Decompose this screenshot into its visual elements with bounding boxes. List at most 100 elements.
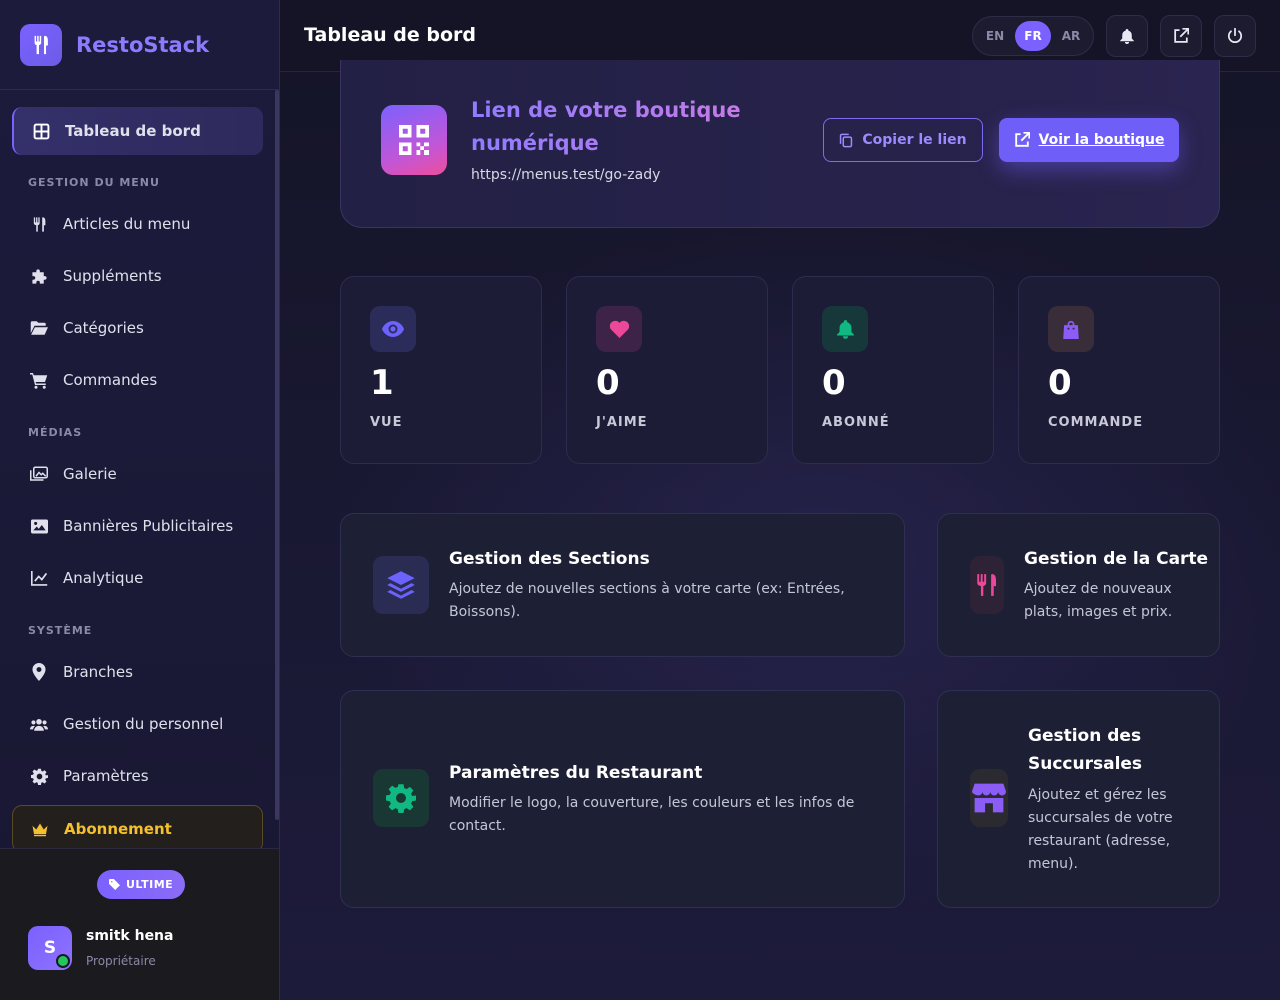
utensils-icon	[30, 215, 48, 233]
plan-badge: ULTIME	[97, 870, 186, 899]
action-title: Paramètres du Restaurant	[449, 763, 703, 783]
stat-value: 0	[822, 363, 846, 403]
action-card-restaurant-settings[interactable]: Paramètres du Restaurant Modifier le log…	[340, 690, 905, 908]
sidebar-item-label: Catégories	[63, 319, 144, 337]
sidebar-item-label: Galerie	[63, 465, 117, 483]
shop-url[interactable]: https://menus.test/go-zady	[471, 167, 660, 183]
external-link-icon	[1014, 132, 1030, 147]
sidebar-item-staff[interactable]: Gestion du personnel	[12, 700, 263, 748]
lang-ar[interactable]: AR	[1053, 21, 1089, 51]
sidebar-item-label: Abonnement	[64, 820, 172, 838]
bell-icon	[822, 306, 868, 352]
section-system-heading: SYSTÈME	[28, 624, 93, 637]
action-card-menu[interactable]: Gestion de la Carte Ajoutez de nouveaux …	[937, 513, 1220, 657]
online-status-dot	[56, 954, 70, 968]
map-pin-icon	[30, 663, 48, 681]
brand-name: RestoStack	[76, 32, 210, 57]
section-menu-heading: GESTION DU MENU	[28, 176, 160, 189]
sidebar-item-label: Paramètres	[63, 767, 149, 785]
sidebar-nav: Tableau de bord GESTION DU MENU Articles…	[0, 90, 275, 848]
line-chart-icon	[30, 569, 48, 587]
sidebar-item-banners[interactable]: Bannières Publicitaires	[12, 502, 263, 550]
puzzle-icon	[30, 267, 48, 285]
sidebar-item-analytics[interactable]: Analytique	[12, 554, 263, 602]
cart-icon	[30, 371, 48, 389]
action-card-sections[interactable]: Gestion des Sections Ajoutez de nouvelle…	[340, 513, 905, 657]
layers-icon	[373, 556, 429, 614]
sidebar-item-subscription[interactable]: Abonnement	[12, 805, 263, 848]
plan-label: ULTIME	[126, 878, 174, 891]
tag-icon	[109, 879, 120, 890]
stat-label: COMMANDE	[1048, 415, 1144, 430]
shop-link-card: Lien de votre boutique numérique https:/…	[340, 60, 1220, 228]
copy-icon	[840, 133, 853, 147]
sidebar-item-orders[interactable]: Commandes	[12, 356, 263, 404]
action-description: Modifier le logo, la couverture, les cou…	[449, 795, 855, 834]
utensils-icon	[970, 556, 1004, 614]
stat-label: ABONNÉ	[822, 415, 890, 430]
sidebar-item-label: Branches	[63, 663, 133, 681]
logout-button[interactable]	[1214, 15, 1256, 57]
sidebar-item-label: Commandes	[63, 371, 158, 389]
folder-open-icon	[30, 319, 48, 337]
section-media-heading: MÉDIAS	[28, 426, 83, 439]
crown-icon	[31, 820, 49, 838]
image-icon	[30, 517, 48, 535]
sidebar-item-settings[interactable]: Paramètres	[12, 752, 263, 800]
sidebar-item-label: Tableau de bord	[65, 122, 201, 140]
brand[interactable]: RestoStack	[0, 0, 279, 90]
sidebar-item-label: Bannières Publicitaires	[63, 517, 234, 535]
lang-en[interactable]: EN	[977, 21, 1013, 51]
power-icon	[1227, 28, 1243, 43]
stat-label: J'AIME	[596, 415, 648, 430]
user-name: smitk hena	[86, 928, 174, 944]
stat-value: 0	[596, 363, 620, 403]
gear-icon	[373, 769, 429, 827]
sidebar-item-supplements[interactable]: Suppléments	[12, 252, 263, 300]
heart-icon	[596, 306, 642, 352]
copy-link-label: Copier le lien	[862, 132, 967, 148]
action-card-branches[interactable]: Gestion des Succursales Ajoutez et gérez…	[937, 690, 1220, 908]
sidebar-item-branches[interactable]: Branches	[12, 648, 263, 696]
shopping-bag-icon	[1048, 306, 1094, 352]
action-description: Ajoutez de nouvelles sections à votre ca…	[449, 581, 845, 620]
bell-icon	[1120, 28, 1134, 44]
page-title: Tableau de bord	[304, 24, 477, 46]
sidebar-item-gallery[interactable]: Galerie	[12, 450, 263, 498]
copy-link-button[interactable]: Copier le lien	[823, 118, 983, 162]
open-external-button[interactable]	[1160, 15, 1202, 57]
sidebar: RestoStack Tableau de bord GESTION DU ME…	[0, 0, 280, 1000]
utensils-logo-icon	[20, 23, 62, 66]
images-icon	[30, 465, 48, 483]
sidebar-item-menu-items[interactable]: Articles du menu	[12, 200, 263, 248]
action-description: Ajoutez de nouveaux plats, images et pri…	[1024, 581, 1173, 620]
external-link-icon	[1174, 28, 1189, 43]
view-shop-button[interactable]: Voir la boutique	[999, 118, 1179, 162]
notifications-button[interactable]	[1106, 15, 1148, 57]
dashboard-grid-icon	[32, 122, 50, 140]
lang-fr[interactable]: FR	[1015, 21, 1051, 51]
qr-code-icon	[381, 105, 447, 175]
stat-card-subscribers: 0 ABONNÉ	[792, 276, 994, 464]
eye-icon	[370, 306, 416, 352]
action-title: Gestion de la Carte	[1024, 549, 1209, 569]
sidebar-item-label: Articles du menu	[63, 215, 191, 233]
sidebar-item-label: Suppléments	[63, 267, 162, 285]
sidebar-footer: ULTIME S smitk hena Propriétaire	[0, 848, 279, 1000]
action-description: Ajoutez et gérez les succursales de votr…	[1028, 787, 1173, 872]
stat-label: VUE	[370, 415, 403, 430]
stat-value: 1	[370, 363, 394, 403]
sidebar-item-dashboard[interactable]: Tableau de bord	[12, 107, 263, 155]
action-title: Gestion des Sections	[449, 549, 650, 569]
user-role: Propriétaire	[86, 954, 156, 968]
sidebar-item-label: Gestion du personnel	[63, 715, 224, 733]
stat-card-orders: 0 COMMANDE	[1018, 276, 1220, 464]
sidebar-item-categories[interactable]: Catégories	[12, 304, 263, 352]
stat-card-likes: 0 J'AIME	[566, 276, 768, 464]
store-icon	[970, 769, 1008, 827]
sidebar-scrollbar[interactable]	[275, 90, 279, 820]
action-title: Gestion des Succursales	[1028, 726, 1143, 774]
view-shop-label: Voir la boutique	[1038, 132, 1165, 148]
users-icon	[30, 715, 48, 733]
shop-link-title: Lien de votre boutique numérique	[471, 94, 751, 160]
